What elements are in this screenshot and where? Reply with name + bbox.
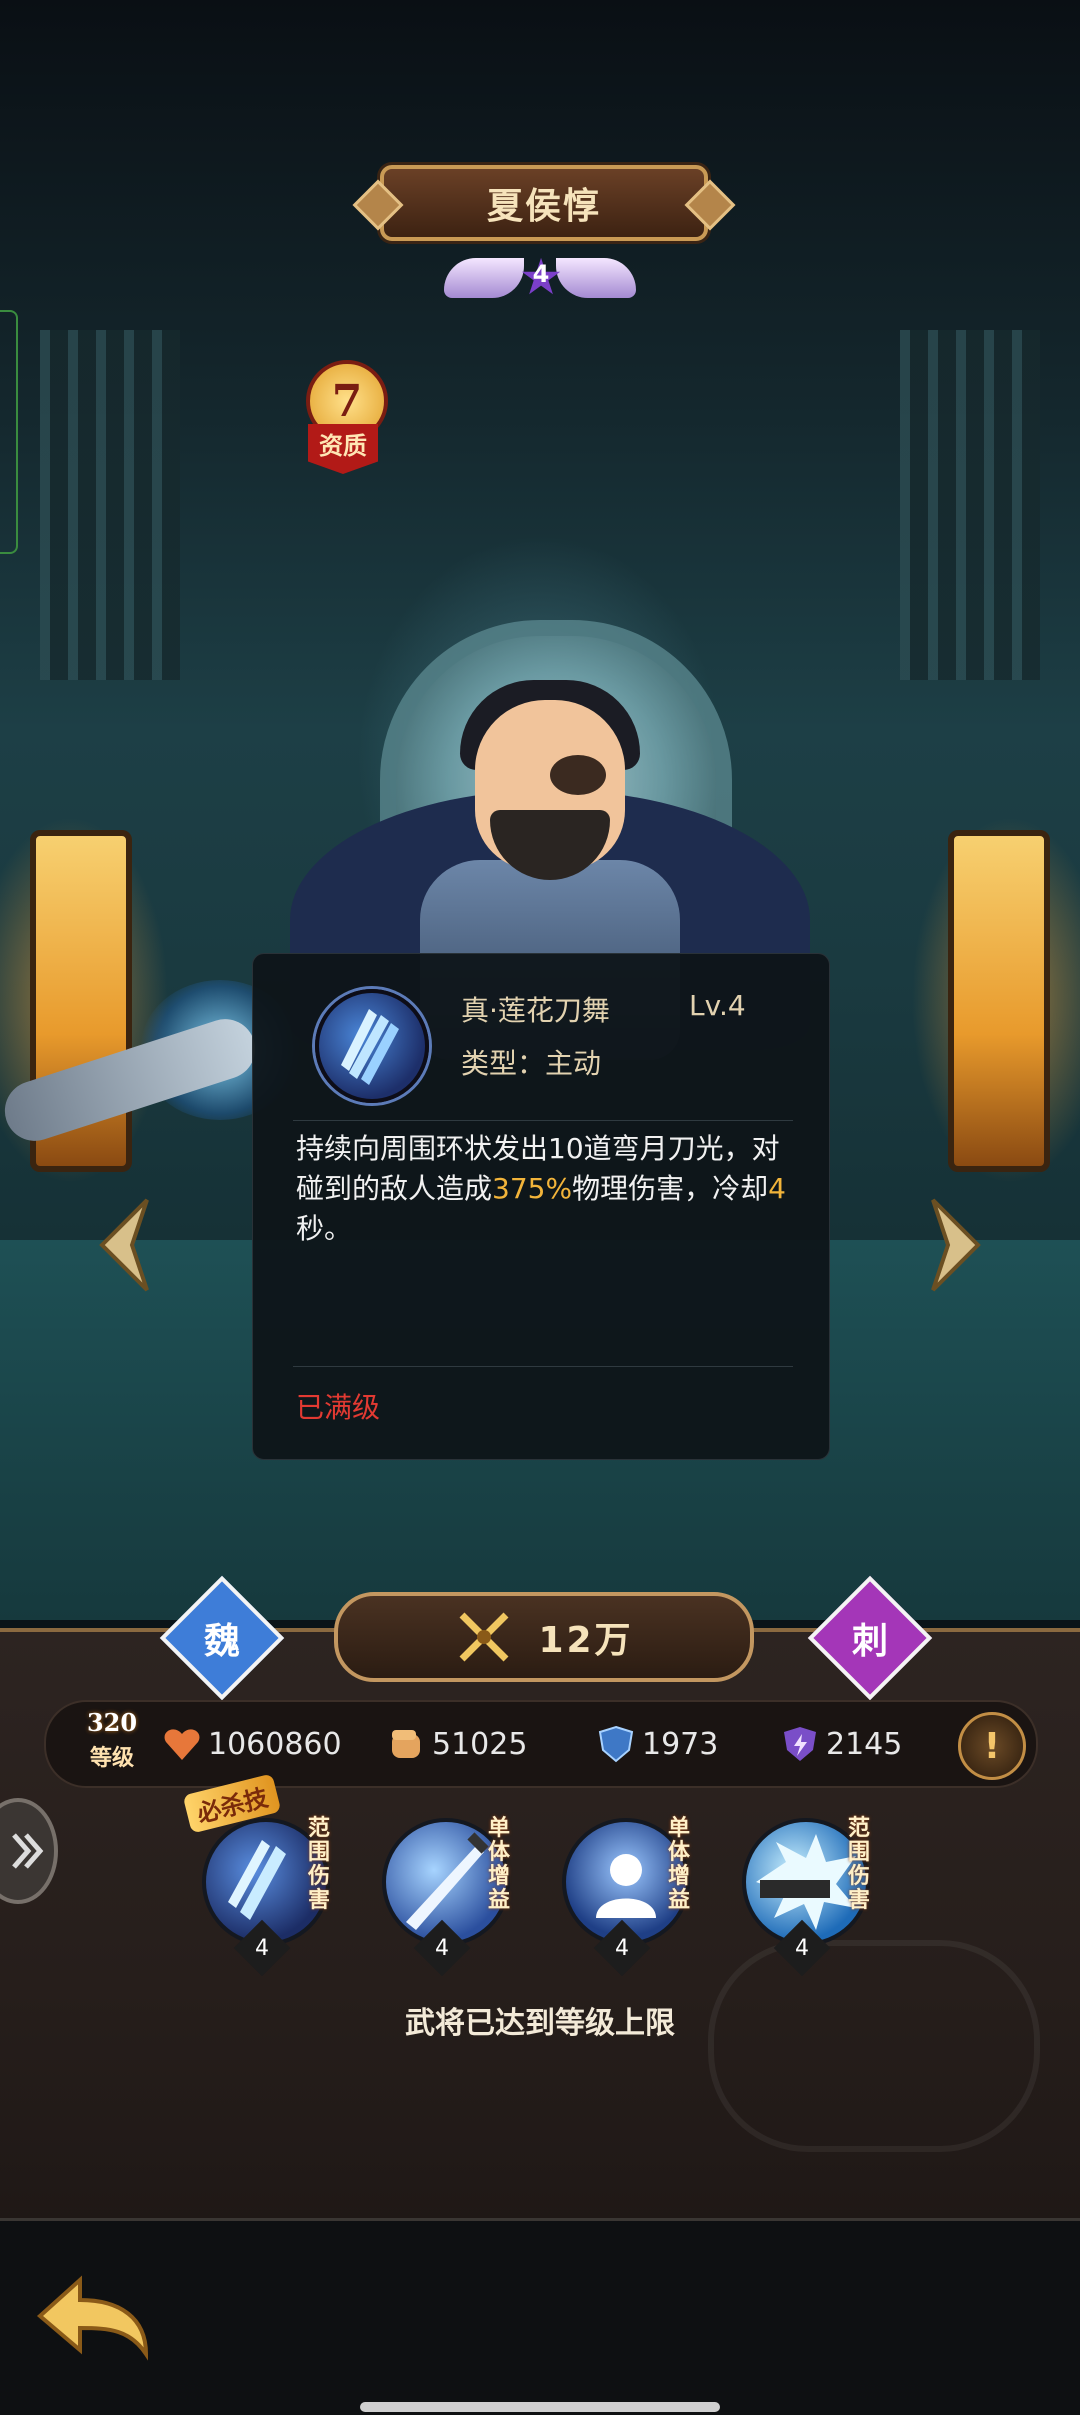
previous-hero-arrow[interactable] — [92, 1195, 152, 1295]
magic-shield-icon — [784, 1727, 816, 1761]
wing-left-icon — [444, 258, 524, 298]
skill-type: 类型：主动 — [461, 1047, 602, 1080]
quality-badge: 7 资质 — [288, 360, 398, 490]
max-level-notice: 武将已达到等级上限 — [405, 2006, 675, 2041]
combat-power-value: 12万 — [538, 1620, 634, 1661]
skill-tag: 范围伤害 — [308, 1815, 331, 1913]
attack-stat: 51025 — [386, 1722, 527, 1766]
quality-value: 7 — [331, 375, 363, 427]
skill-level-value: 4 — [255, 1935, 269, 1961]
info-button[interactable]: ! — [958, 1712, 1026, 1780]
hp-value: 1060860 — [208, 1726, 342, 1762]
skill-level-badge: 4 — [773, 1919, 831, 1977]
shield-icon — [598, 1725, 634, 1763]
stats-bar: 320 等级 1060860 51025 1973 2145 ! — [44, 1700, 1038, 1788]
cloud-pattern — [708, 1940, 1040, 2152]
skill-tag: 单体增益 — [668, 1815, 691, 1913]
skill-level-badge: 4 — [413, 1919, 471, 1977]
heart-icon — [164, 1729, 200, 1760]
skill-level-value: 4 — [435, 1935, 449, 1961]
eye-patch — [550, 755, 606, 795]
attack-value: 51025 — [432, 1726, 528, 1762]
max-level-status: 已满级 — [296, 1391, 381, 1424]
divider — [293, 1366, 793, 1367]
skill-level-value: 4 — [795, 1935, 809, 1961]
hall-screen-left — [40, 330, 180, 680]
faction-label: 魏 — [203, 1620, 240, 1662]
bottom-bar — [0, 2218, 1080, 2415]
star-level-value: 4 — [532, 260, 550, 288]
level-value: 320 — [86, 1708, 138, 1737]
level-badge: 320 等级 — [56, 1708, 156, 1780]
magic-defense-value: 2145 — [826, 1726, 903, 1762]
hp-stat: 1060860 — [162, 1722, 342, 1766]
level-label: 等级 — [89, 1746, 134, 1771]
skill-slot-1[interactable]: 必杀技 范围伤害 4 — [182, 1773, 332, 1977]
magic-defense-stat: 2145 — [780, 1722, 902, 1766]
fist-icon — [392, 1730, 420, 1758]
crossed-swords-icon — [459, 1612, 509, 1662]
hero-name: 夏侯惇 — [486, 185, 601, 227]
role-label: 刺 — [851, 1620, 888, 1662]
damage-percent: 375% — [492, 1172, 573, 1205]
skill-name: 真·莲花刀舞 — [461, 994, 610, 1027]
skill-desc-text: 秒。 — [296, 1212, 353, 1245]
skill-tag: 单体增益 — [488, 1815, 511, 1913]
side-tab[interactable] — [0, 310, 18, 554]
hall-screen-right — [900, 330, 1040, 680]
skill-slot-3[interactable]: 单体增益 4 — [562, 1816, 692, 1977]
defense-stat: 1973 — [596, 1722, 718, 1766]
lantern-right — [948, 830, 1050, 1172]
next-hero-arrow[interactable] — [928, 1195, 988, 1295]
defense-value: 1973 — [642, 1726, 719, 1762]
star-level-badge: ★ 4 — [444, 252, 636, 304]
back-arrow-icon[interactable] — [30, 2268, 154, 2364]
skill-level-badge: 4 — [593, 1919, 651, 1977]
skill-slot-4[interactable]: 范围伤害 4 — [742, 1816, 872, 1977]
cooldown-seconds: 4 — [768, 1172, 786, 1205]
combat-power: 12万 — [334, 1592, 754, 1682]
quality-label: 资质 — [308, 424, 378, 474]
wing-right-icon — [556, 258, 636, 298]
skill-desc-text: 物理伤害，冷却 — [572, 1172, 769, 1205]
divider — [293, 1120, 793, 1121]
triple-blade-icon — [315, 989, 429, 1103]
skill-level-value: 4 — [615, 1935, 629, 1961]
skill-slot-2[interactable]: 单体增益 4 — [382, 1816, 512, 1977]
home-indicator[interactable] — [360, 2402, 720, 2412]
skill-level: Lv.4 — [689, 989, 746, 1022]
skill-level-badge: 4 — [233, 1919, 291, 1977]
skill-description: 持续向周围环状发出10道弯月刀光，对碰到的敌人造成375%物理伤害，冷却4秒。 — [296, 1129, 796, 1249]
skill-detail-popup: 真·莲花刀舞 Lv.4 类型：主动 持续向周围环状发出10道弯月刀光，对碰到的敌… — [252, 953, 830, 1460]
hero-name-plate: 夏侯惇 — [380, 165, 708, 241]
skill-tag: 范围伤害 — [848, 1815, 871, 1913]
double-chevron-icon — [12, 1833, 44, 1869]
